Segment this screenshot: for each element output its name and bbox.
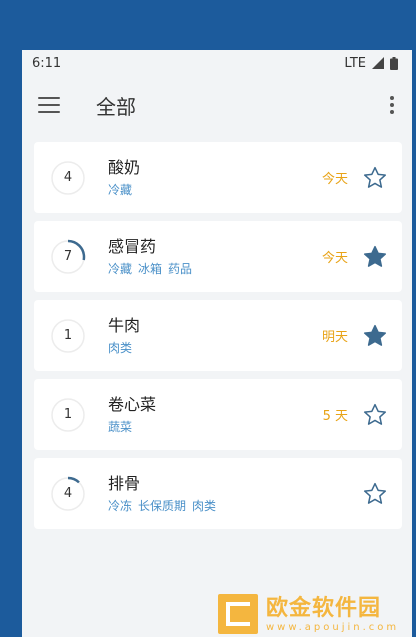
- tag-label: 肉类: [108, 341, 133, 355]
- days-remaining-ring: 4: [50, 476, 86, 512]
- item-name: 排骨: [108, 474, 141, 493]
- app-bar: 全部: [22, 76, 412, 134]
- expiry-label: 今天: [321, 172, 348, 187]
- days-count: 4: [63, 485, 73, 501]
- watermark-sub-text: www.apoujin.com: [266, 621, 400, 633]
- item-name: 卷心菜: [108, 395, 157, 414]
- item-name: 酸奶: [108, 158, 141, 177]
- list-item[interactable]: 4 酸奶冷藏 今天: [34, 142, 402, 213]
- days-remaining-ring: 7: [50, 239, 86, 275]
- phone-screen: 6:11 LTE 全部 4 酸奶 冷藏 今天 7 感冒药 冷藏 冰箱 药品 今天 1 牛肉 肉类 明天 1 卷…: [22, 50, 412, 637]
- days-remaining-ring: 4: [50, 160, 86, 196]
- watermark-logo-icon: [218, 594, 258, 634]
- list-item[interactable]: 1 牛肉肉类 明天: [34, 300, 402, 371]
- watermark-logo: 欧金软件园 www.apoujin.com: [218, 594, 412, 634]
- star-outline-icon[interactable]: [362, 402, 388, 428]
- item-list: 4 酸奶 冷藏 今天 7 感冒药 冷藏 冰箱 药品 今天 1 牛肉 肉类 明天 1 卷心菜 蔬菜 5 天 4 排骨 冷冻…: [22, 134, 412, 529]
- days-remaining-ring: 1: [50, 318, 86, 354]
- tag-label: 冷藏: [108, 262, 133, 276]
- tag-label: 肉类: [192, 499, 217, 513]
- item-tags: 冷藏 冰箱 药品: [108, 261, 322, 277]
- list-item[interactable]: 4 排骨冷冻 长保质期 肉类: [34, 458, 402, 529]
- item-name: 感冒药: [108, 237, 157, 256]
- status-time: 6:11: [32, 55, 62, 71]
- days-count: 7: [63, 248, 73, 264]
- status-bar: 6:11 LTE: [22, 50, 412, 76]
- star-outline-icon[interactable]: [362, 481, 388, 507]
- days-remaining-ring: 1: [50, 397, 86, 433]
- item-tags: 冷冻 长保质期 肉类: [108, 498, 348, 514]
- status-icons: LTE: [344, 56, 398, 71]
- signal-icon: [372, 57, 384, 69]
- days-count: 1: [63, 406, 73, 422]
- tag-label: 蔬菜: [108, 420, 133, 434]
- tag-label: 长保质期: [138, 499, 187, 513]
- page-title: 全部: [96, 94, 136, 119]
- item-tags: 肉类: [108, 340, 322, 356]
- battery-icon: [390, 56, 398, 70]
- tag-label: 冰箱: [138, 262, 163, 276]
- star-filled-icon[interactable]: [362, 323, 388, 349]
- days-count: 1: [63, 327, 73, 343]
- item-tags: 冷藏: [108, 182, 322, 198]
- list-item[interactable]: 1 卷心菜蔬菜 5 天: [34, 379, 402, 450]
- tag-label: 药品: [168, 262, 193, 276]
- days-count: 4: [63, 169, 73, 185]
- network-label: LTE: [344, 55, 366, 71]
- hamburger-menu-icon[interactable]: [38, 97, 60, 113]
- star-outline-icon[interactable]: [362, 165, 388, 191]
- more-options-icon[interactable]: [384, 93, 400, 117]
- expiry-label: 明天: [321, 330, 348, 345]
- expiry-label: 5 天: [322, 409, 348, 424]
- tag-label: 冷藏: [108, 183, 133, 197]
- watermark-main-text: 欧金软件园: [266, 595, 382, 621]
- item-tags: 蔬菜: [108, 419, 323, 435]
- item-name: 牛肉: [108, 316, 141, 335]
- expiry-label: 今天: [321, 251, 348, 266]
- list-item[interactable]: 7 感冒药 冷藏 冰箱 药品 今天: [34, 221, 402, 292]
- tag-label: 冷冻: [108, 499, 133, 513]
- star-filled-icon[interactable]: [362, 244, 388, 270]
